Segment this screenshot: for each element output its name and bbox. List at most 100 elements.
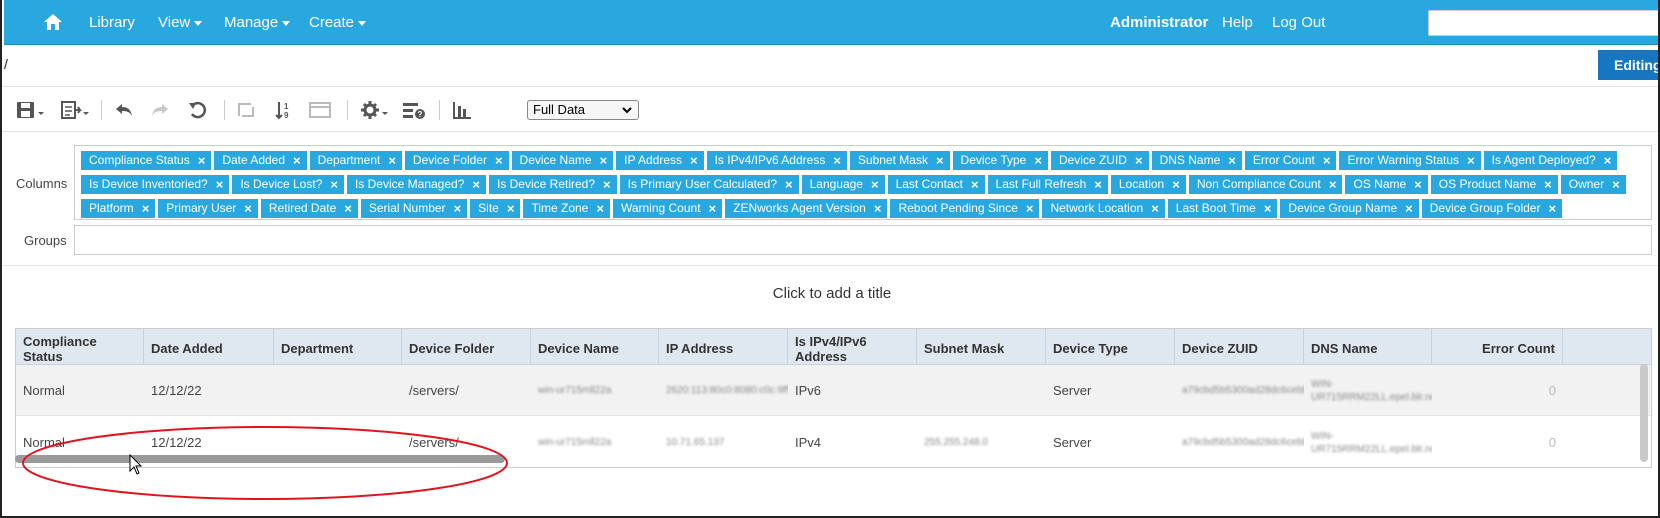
column-chip[interactable]: Error Count × (1244, 151, 1337, 170)
remove-column-icon[interactable]: × (454, 199, 462, 218)
column-header[interactable]: Device ZUID (1175, 329, 1304, 365)
remove-column-icon[interactable]: × (785, 175, 793, 194)
remove-column-icon[interactable]: × (1604, 151, 1612, 170)
column-chip[interactable]: Is Agent Deployed? × (1483, 151, 1618, 170)
remove-column-icon[interactable]: × (1228, 151, 1236, 170)
sort-button[interactable]: 19 (272, 98, 296, 122)
column-header[interactable]: DNS Name (1304, 329, 1432, 365)
column-chip[interactable]: Site × (470, 199, 521, 218)
horizontal-scrollbar[interactable] (15, 455, 505, 463)
column-chip[interactable]: Error Warning Status × (1339, 151, 1481, 170)
remove-column-icon[interactable]: × (600, 151, 608, 170)
logout-link[interactable]: Log Out (1272, 0, 1325, 45)
remove-column-icon[interactable]: × (1094, 175, 1102, 194)
remove-column-icon[interactable]: × (709, 199, 717, 218)
remove-column-icon[interactable]: × (971, 175, 979, 194)
column-chip[interactable]: Device Type × (952, 151, 1048, 170)
column-chip[interactable]: Device Group Folder × (1421, 199, 1563, 218)
column-header[interactable]: Device Folder (402, 329, 531, 365)
column-header[interactable]: Is IPv4/IPv6 Address (788, 329, 917, 365)
column-chip[interactable]: Last Contact × (887, 175, 985, 194)
remove-column-icon[interactable]: × (690, 151, 698, 170)
save-button[interactable] (14, 98, 48, 122)
column-header[interactable]: Department (274, 329, 402, 365)
column-chip[interactable]: Warning Count × (612, 199, 723, 218)
remove-column-icon[interactable]: × (596, 199, 604, 218)
remove-column-icon[interactable]: × (874, 199, 882, 218)
column-chip[interactable]: Device ZUID × (1050, 151, 1149, 170)
home-button[interactable] (44, 0, 68, 45)
layout-button[interactable] (308, 98, 332, 122)
column-chip[interactable]: Platform × (81, 199, 156, 218)
remove-column-icon[interactable]: × (833, 151, 841, 170)
data-mode-select[interactable]: Full Data (527, 100, 639, 120)
export-button[interactable] (58, 98, 92, 122)
nav-manage-menu[interactable]: Manage (224, 0, 291, 45)
remove-column-icon[interactable]: × (495, 151, 503, 170)
undo-button[interactable] (112, 98, 136, 122)
remove-column-icon[interactable]: × (1329, 175, 1337, 194)
remove-column-icon[interactable]: × (1612, 175, 1620, 194)
column-header[interactable]: Compliance Status (16, 329, 144, 365)
column-chip[interactable]: Serial Number × (360, 199, 468, 218)
column-chip[interactable]: Is IPv4/IPv6 Address × (706, 151, 847, 170)
column-header[interactable]: Subnet Mask (917, 329, 1046, 365)
remove-column-icon[interactable]: × (1172, 175, 1180, 194)
column-chip[interactable]: ZENworks Agent Version × (725, 199, 888, 218)
help-link[interactable]: Help (1222, 0, 1253, 45)
column-chip[interactable]: Last Boot Time × (1167, 199, 1278, 218)
column-chip[interactable]: Is Device Inventoried? × (81, 175, 230, 194)
column-header[interactable]: Date Added (144, 329, 274, 365)
remove-column-icon[interactable]: × (244, 199, 252, 218)
remove-column-icon[interactable]: × (472, 175, 480, 194)
nav-create-menu[interactable]: Create (309, 0, 367, 45)
column-chip[interactable]: Language × (801, 175, 885, 194)
column-chip[interactable]: Subnet Mask × (849, 151, 950, 170)
column-chip[interactable]: Time Zone × (523, 199, 610, 218)
groups-drop-zone[interactable] (74, 225, 1652, 255)
remove-column-icon[interactable]: × (293, 151, 301, 170)
remove-column-icon[interactable]: × (1026, 199, 1034, 218)
editing-button[interactable]: Editing (1598, 50, 1658, 80)
remove-column-icon[interactable]: × (388, 151, 396, 170)
column-chip[interactable]: Retired Date × (260, 199, 358, 218)
column-chip[interactable]: Is Device Managed? × (346, 175, 486, 194)
remove-column-icon[interactable]: × (1467, 151, 1475, 170)
remove-column-icon[interactable]: × (1323, 151, 1331, 170)
remove-column-icon[interactable]: × (344, 199, 352, 218)
filter-settings-button[interactable]: ? (400, 98, 428, 122)
column-header[interactable]: IP Address (659, 329, 788, 365)
column-chip[interactable]: OS Product Name × (1430, 175, 1558, 194)
remove-column-icon[interactable]: × (198, 151, 206, 170)
remove-column-icon[interactable]: × (1264, 199, 1272, 218)
remove-column-icon[interactable]: × (507, 199, 515, 218)
column-chip[interactable]: Device Name × (511, 151, 614, 170)
column-header[interactable]: Error Count (1432, 329, 1563, 365)
column-chip[interactable]: Location × (1110, 175, 1186, 194)
column-chip[interactable]: Device Folder × (404, 151, 509, 170)
column-chip[interactable]: Is Primary User Calculated? × (619, 175, 799, 194)
vertical-scrollbar[interactable] (1640, 364, 1648, 462)
column-chip[interactable]: Non Compliance Count × (1188, 175, 1343, 194)
column-chip[interactable]: Is Device Lost? × (232, 175, 344, 194)
revert-button[interactable] (186, 98, 210, 122)
remove-column-icon[interactable]: × (603, 175, 611, 194)
column-chip[interactable]: IP Address × (616, 151, 704, 170)
user-name-link[interactable]: Administrator (1110, 0, 1208, 45)
remove-column-icon[interactable]: × (330, 175, 338, 194)
column-chip[interactable]: Primary User × (158, 199, 258, 218)
remove-column-icon[interactable]: × (1135, 151, 1143, 170)
column-chip[interactable]: Is Device Retired? × (488, 175, 617, 194)
column-chip[interactable]: Network Location × (1042, 199, 1165, 218)
column-chip[interactable]: Date Added × (214, 151, 307, 170)
remove-column-icon[interactable]: × (142, 199, 150, 218)
column-header[interactable]: Device Type (1046, 329, 1175, 365)
nav-library-link[interactable]: Library (89, 0, 135, 45)
table-row[interactable]: Normal 12/12/22/servers/win-ur715mll22a 26… (16, 365, 1651, 416)
column-chip[interactable]: Department × (309, 151, 402, 170)
column-chip[interactable]: Last Full Refresh × (987, 175, 1108, 194)
remove-column-icon[interactable]: × (936, 151, 944, 170)
column-chip[interactable]: Owner × (1560, 175, 1626, 194)
column-chip[interactable]: DNS Name × (1151, 151, 1242, 170)
remove-column-icon[interactable]: × (1405, 199, 1413, 218)
